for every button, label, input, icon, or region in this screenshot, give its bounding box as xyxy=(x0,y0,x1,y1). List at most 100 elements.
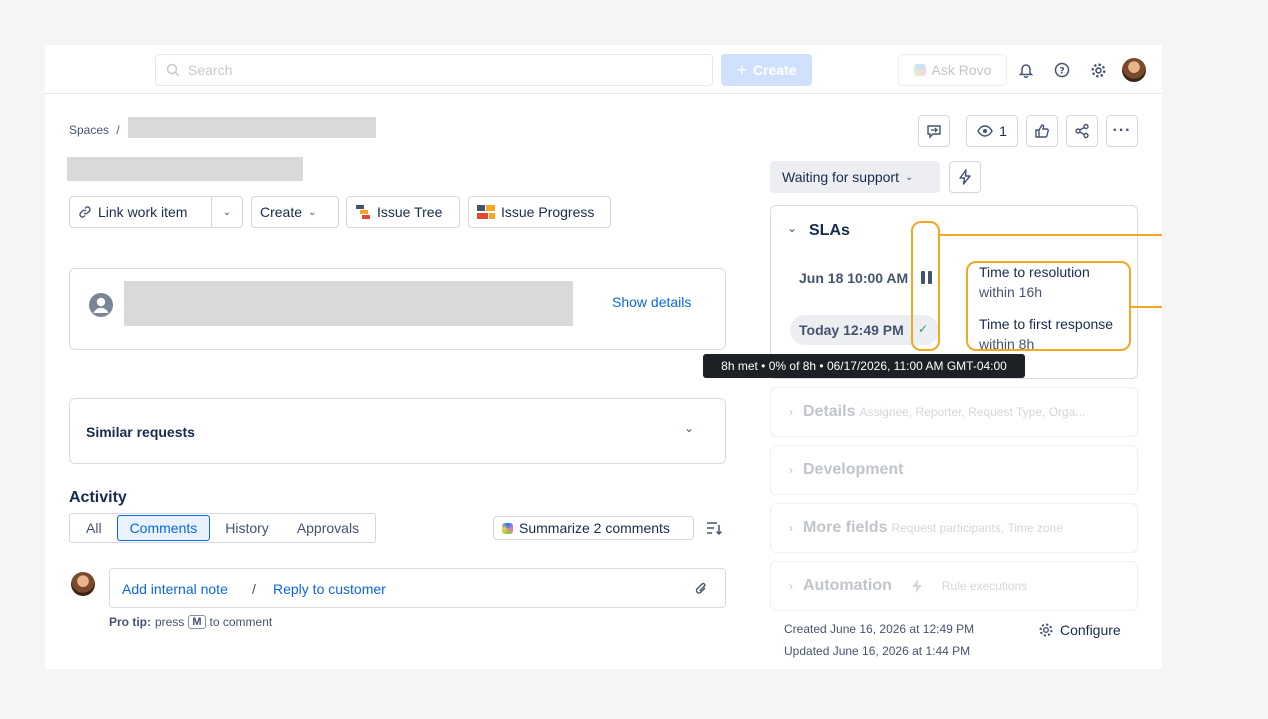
development-section[interactable]: › Development xyxy=(770,445,1138,495)
chevron-down-icon: ⌄ xyxy=(904,171,914,183)
feedback-icon xyxy=(927,125,941,139)
user-avatar[interactable] xyxy=(1122,58,1146,82)
watch-button[interactable]: 1 xyxy=(966,115,1018,147)
more-icon: ··· xyxy=(1112,122,1132,139)
sort-icon[interactable] xyxy=(705,519,723,542)
breadcrumb-redacted xyxy=(128,117,376,138)
more-fields-subtitle: Request participants, Time zone xyxy=(891,521,1063,535)
reporter-redacted xyxy=(124,281,573,326)
highlight-sla-goals xyxy=(966,261,1131,351)
tab-history[interactable]: History xyxy=(212,515,282,541)
more-fields-section[interactable]: › More fields Request participants, Time… xyxy=(770,503,1138,553)
feedback-button[interactable] xyxy=(918,115,950,147)
updated-timestamp: Updated June 16, 2026 at 1:44 PM xyxy=(784,644,971,658)
eye-icon xyxy=(977,125,993,137)
rovo-icon xyxy=(502,522,513,534)
plus-icon: + xyxy=(736,59,747,80)
status-dropdown[interactable]: Waiting for support ⌄ xyxy=(770,161,940,193)
details-subtitle: Assignee, Reporter, Request Type, Orga..… xyxy=(859,405,1086,419)
configure-label: Configure xyxy=(1060,622,1121,638)
help-icon[interactable]: ? xyxy=(1051,59,1073,81)
callout-line-2 xyxy=(1131,306,1162,308)
lightning-icon xyxy=(911,579,922,593)
link-work-item-label: Link work item xyxy=(98,204,188,220)
attachment-icon[interactable] xyxy=(694,581,708,597)
add-internal-note-link[interactable]: Add internal note xyxy=(122,581,228,597)
chevron-right-icon: › xyxy=(789,579,793,593)
commenter-avatar xyxy=(71,572,95,596)
comment-box[interactable]: Add internal note / Reply to customer xyxy=(109,568,726,608)
tab-all[interactable]: All xyxy=(73,515,115,541)
gear-icon xyxy=(1039,623,1053,637)
create-button[interactable]: + Create xyxy=(721,54,812,86)
issue-progress-icon xyxy=(477,205,495,219)
activity-title: Activity xyxy=(69,489,127,506)
issue-progress-button[interactable]: Issue Progress xyxy=(468,196,611,228)
chevron-right-icon: › xyxy=(789,521,793,535)
person-icon xyxy=(89,293,113,317)
comment-divider: / xyxy=(252,581,256,597)
show-details-link[interactable]: Show details xyxy=(612,294,691,310)
link-work-item-button[interactable]: Link work item xyxy=(69,196,212,228)
pro-tip: Pro tip: press M to comment xyxy=(109,615,272,629)
similar-requests-card[interactable]: Similar requests ⌄ xyxy=(69,398,726,464)
pro-tip-press: press xyxy=(155,615,185,629)
search-input[interactable]: Search xyxy=(155,54,713,86)
ask-rovo-button[interactable]: Ask Rovo xyxy=(898,54,1007,86)
reporter-card: Show details xyxy=(69,268,726,350)
created-timestamp: Created June 16, 2026 at 12:49 PM xyxy=(784,622,975,636)
sla-resolution-time: Jun 18 10:00 AM xyxy=(799,270,909,286)
issue-tree-button[interactable]: Issue Tree xyxy=(346,196,460,228)
link-work-item-dropdown[interactable]: ⌄ xyxy=(211,196,243,228)
similar-requests-title: Similar requests xyxy=(86,424,195,440)
ask-rovo-label: Ask Rovo xyxy=(931,62,992,78)
automation-trigger-button[interactable] xyxy=(949,161,981,193)
link-icon xyxy=(79,206,91,218)
tab-comments[interactable]: Comments xyxy=(116,515,211,541)
breadcrumb-separator: / xyxy=(116,123,120,137)
create-dropdown-button[interactable]: Create ⌄ xyxy=(251,196,339,228)
automation-subtitle: Rule executions xyxy=(941,579,1028,593)
summarize-comments-button[interactable]: Summarize 2 comments xyxy=(493,516,694,540)
details-section[interactable]: › Details Assignee, Reporter, Request Ty… xyxy=(770,387,1138,437)
status-label: Waiting for support xyxy=(782,169,899,185)
thumbs-up-icon xyxy=(1035,124,1049,138)
chevron-right-icon: › xyxy=(789,405,793,419)
callout-line-1 xyxy=(938,234,1162,236)
tab-approvals[interactable]: Approvals xyxy=(284,515,372,541)
configure-button[interactable]: Configure xyxy=(1038,622,1121,638)
more-actions-button[interactable]: ··· xyxy=(1106,115,1138,147)
keyboard-key-m: M xyxy=(188,615,206,629)
search-icon xyxy=(166,63,180,77)
sla-title: SLAs xyxy=(809,222,850,239)
chevron-down-icon[interactable]: ⌄ xyxy=(684,421,694,435)
reply-to-customer-link[interactable]: Reply to customer xyxy=(273,581,386,597)
search-placeholder: Search xyxy=(188,62,233,78)
issue-tree-label: Issue Tree xyxy=(377,204,443,220)
chevron-down-icon: ⌄ xyxy=(308,206,317,218)
pro-tip-label: Pro tip: xyxy=(109,615,151,629)
top-navigation: Search + Create Ask Rovo ? xyxy=(45,45,1162,94)
breadcrumb-spaces[interactable]: Spaces xyxy=(69,123,109,137)
notifications-icon[interactable] xyxy=(1015,59,1037,81)
more-fields-title: More fields xyxy=(803,519,888,536)
highlight-sla-status-icons xyxy=(911,221,940,351)
chevron-down-icon: ⌄ xyxy=(222,206,232,218)
pro-tip-tail: to comment xyxy=(209,615,273,629)
watchers-count: 1 xyxy=(999,123,1007,139)
development-title: Development xyxy=(803,461,904,478)
share-button[interactable] xyxy=(1066,115,1098,147)
details-title: Details xyxy=(803,403,856,420)
breadcrumb: Spaces / xyxy=(69,123,120,137)
automation-section[interactable]: › Automation Rule executions xyxy=(770,561,1138,611)
chevron-down-icon[interactable]: ⌄ xyxy=(787,221,797,235)
like-button[interactable] xyxy=(1026,115,1058,147)
automation-title: Automation xyxy=(803,577,892,594)
create-button-label: Create xyxy=(752,62,797,78)
settings-gear-icon[interactable] xyxy=(1087,59,1109,81)
create-dropdown-label: Create xyxy=(260,204,303,220)
rovo-icon xyxy=(913,64,926,76)
issue-title-redacted xyxy=(67,157,303,181)
issue-tree-icon xyxy=(356,205,370,219)
app-frame: Search + Create Ask Rovo ? Spaces / Link… xyxy=(45,45,1162,669)
